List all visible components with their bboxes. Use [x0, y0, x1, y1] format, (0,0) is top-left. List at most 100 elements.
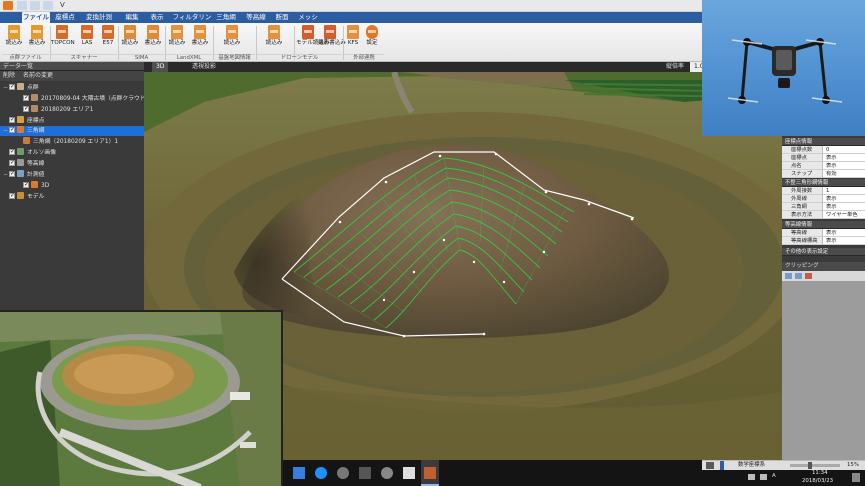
- media-icon[interactable]: [337, 467, 349, 479]
- tab-section[interactable]: 断面: [272, 12, 292, 23]
- clip-tool-icon[interactable]: [795, 273, 802, 279]
- sima-write-button[interactable]: 書込み: [141, 25, 165, 54]
- pointcloud-icon: [31, 94, 38, 101]
- system-tray: A 11:34 2018/03/23: [702, 470, 865, 486]
- model-icon: [17, 192, 24, 199]
- prop-row: 点名 表示: [782, 162, 865, 170]
- xml-read-button[interactable]: 読込み: [262, 25, 286, 54]
- notification-icon[interactable]: [852, 473, 860, 482]
- undo-icon[interactable]: [30, 1, 40, 10]
- clock-date[interactable]: 2018/03/23: [802, 478, 833, 484]
- network-icon[interactable]: [748, 474, 755, 480]
- aerial-photo-inset: [0, 310, 283, 486]
- 3d-icon: [31, 181, 38, 188]
- group-label-landxml: LandXML: [166, 54, 212, 61]
- xml-file-icon: [194, 25, 206, 39]
- pointcloud-icon: [31, 105, 38, 112]
- rename-button[interactable]: 名前の変更: [23, 72, 53, 79]
- capture-write-button[interactable]: 撮影書込み: [318, 25, 346, 54]
- section-contour-info[interactable]: 等高線情報: [782, 221, 865, 229]
- volume-icon[interactable]: [760, 474, 767, 480]
- tree-item-pointcloud[interactable]: −点群: [3, 82, 39, 93]
- tab-mesh[interactable]: メッシュ: [296, 12, 320, 32]
- clip-delete-icon[interactable]: [805, 273, 812, 279]
- txt-write-button[interactable]: 書込み: [25, 25, 49, 54]
- gear-icon: [366, 25, 378, 39]
- terminal-icon[interactable]: [359, 467, 371, 479]
- base-map-read-button[interactable]: 読込み: [220, 25, 244, 54]
- zoom-slider[interactable]: [790, 464, 840, 467]
- delete-button[interactable]: 削除: [3, 72, 15, 79]
- tab-points[interactable]: 座標点: [52, 12, 78, 23]
- edge-icon[interactable]: [315, 467, 327, 479]
- kfs-button[interactable]: KFS: [343, 25, 363, 54]
- measure-icon: [17, 170, 24, 177]
- section-other-display[interactable]: その他の表示設定: [782, 248, 865, 256]
- triangle-net-icon: [17, 126, 24, 133]
- status-icon: [706, 462, 714, 469]
- clipping-panel-title: クリッピング: [782, 262, 865, 271]
- landxml-write-button[interactable]: 書込み: [188, 25, 212, 54]
- clock-icon[interactable]: [381, 467, 393, 479]
- tab-triangle-net[interactable]: 三角網: [214, 12, 238, 23]
- tree-item-model[interactable]: モデル: [3, 191, 44, 202]
- tree-item-3d[interactable]: 3D: [23, 180, 49, 191]
- camera-icon: [324, 25, 336, 39]
- section-points-info[interactable]: 座標点情報: [782, 138, 865, 146]
- group-label-basemap: 基盤地図情報: [214, 54, 255, 61]
- clock-time[interactable]: 11:34: [812, 470, 828, 476]
- landxml-read-button[interactable]: 読込み: [165, 25, 189, 54]
- section-tin-info[interactable]: 不整三角形網情報: [782, 179, 865, 187]
- tab-contour[interactable]: 等高線: [244, 12, 268, 23]
- vertical-scale-label: 縦倍率: [666, 63, 685, 70]
- model-icon: [302, 25, 314, 39]
- clip-tool-icon[interactable]: [785, 273, 792, 279]
- tab-transform[interactable]: 変換計測: [82, 12, 116, 23]
- word-icon[interactable]: [293, 467, 305, 479]
- data-list-panel: データ一覧 削除 名前の変更 −点群 20170809-04 大隈古墳（点群クラ…: [0, 62, 151, 310]
- prop-row: スナップ 有効: [782, 170, 865, 178]
- tab-edit[interactable]: 編集: [120, 12, 144, 23]
- ortho-image-icon: [17, 148, 24, 155]
- sima-read-button[interactable]: 読込み: [118, 25, 142, 54]
- coord-system-label[interactable]: 数学座標系: [738, 461, 765, 470]
- txt-read-button[interactable]: 読込み: [2, 25, 26, 54]
- kfs-icon: [347, 25, 359, 39]
- ime-indicator[interactable]: A: [772, 473, 776, 479]
- tree-item-measure[interactable]: −計測値: [3, 169, 44, 180]
- data-list-toolbar: 削除 名前の変更: [0, 71, 144, 81]
- e57-button[interactable]: E57: [96, 25, 120, 54]
- tree-item-ortho[interactable]: オルソ画像: [3, 147, 56, 158]
- data-list-title: データ一覧: [0, 62, 144, 71]
- app-taskbar-icon[interactable]: [424, 467, 436, 479]
- redo-icon[interactable]: [43, 1, 53, 10]
- group-label-external: 外部連携: [344, 54, 384, 61]
- status-bar: 数学座標系 15%: [702, 460, 865, 470]
- drone-image: [727, 38, 843, 104]
- tree-item-triangle-net-child[interactable]: 三角網（20180209 エリア1）1: [23, 137, 118, 147]
- app-window: V ファイル 座標点 変換計測 編集 表示 フィルタリング 三角網 等高線 断面…: [0, 0, 865, 486]
- tab-3d[interactable]: 3D: [152, 62, 169, 72]
- tree-item-cloud-2017[interactable]: 20170809-04 大隈古墳（点群クラウド）: [23, 93, 151, 104]
- save-icon[interactable]: [17, 1, 27, 10]
- sima-file-icon: [124, 25, 136, 39]
- topcon-button[interactable]: TOPCON: [51, 25, 75, 54]
- tab-file[interactable]: ファイル: [22, 12, 50, 23]
- mail-icon[interactable]: [403, 467, 415, 479]
- tab-filtering[interactable]: フィルタリング: [172, 12, 212, 32]
- tab-perspective[interactable]: 透視投影: [188, 62, 220, 72]
- prop-row: 座標点 表示: [782, 154, 865, 162]
- tree-item-cloud-2018[interactable]: 20180209 エリア1: [23, 104, 93, 115]
- contour-icon: [17, 159, 24, 166]
- settings-button[interactable]: 設定: [362, 25, 382, 54]
- group-label-scanner: スキャナー: [51, 54, 117, 61]
- zoom-slider-thumb[interactable]: [808, 462, 812, 469]
- model-read-button[interactable]: モデル読込み: [296, 25, 330, 54]
- aerial-photo: [0, 312, 281, 486]
- tree-item-triangle-net[interactable]: −三角網: [0, 125, 144, 136]
- tab-view[interactable]: 表示: [146, 12, 168, 23]
- e57-file-icon: [102, 25, 114, 39]
- tree-item-contour[interactable]: 等高線: [3, 158, 44, 169]
- scanner-icon: [56, 25, 68, 39]
- window-title: V: [60, 1, 65, 9]
